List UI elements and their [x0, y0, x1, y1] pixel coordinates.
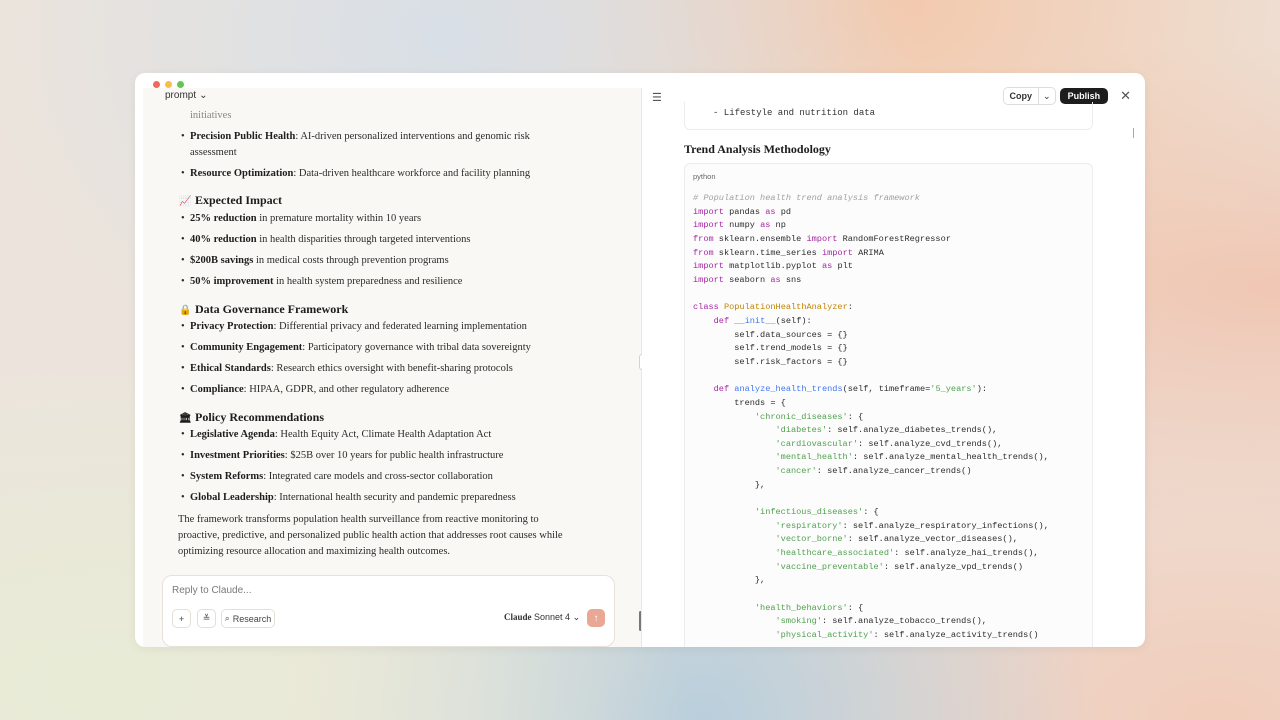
- summary-line: proactive, predictive, and personalized …: [178, 530, 563, 541]
- code-language-label: python: [693, 172, 716, 181]
- code-content: # Population health trend analysis frame…: [693, 193, 1049, 640]
- list-item: Community Engagement: Participatory gove…: [181, 342, 531, 353]
- lock-icon: 🔒: [179, 305, 192, 316]
- list-item: Resource Optimization: Data-driven healt…: [181, 168, 530, 179]
- list-item-continuation: assessment: [190, 147, 237, 158]
- research-button[interactable]: ⌕ Research: [221, 609, 275, 628]
- section-heading: 🔒 Data Governance Framework: [179, 302, 349, 316]
- reply-composer[interactable]: Reply to Claude... + ≚ ⌕ Research Claude …: [162, 575, 615, 647]
- plus-icon: +: [178, 613, 185, 624]
- summary-line: optimizing resource allocation and maxim…: [178, 546, 451, 557]
- add-button[interactable]: +: [172, 609, 191, 628]
- summary-line: The framework transforms population heal…: [178, 514, 539, 525]
- minimize-window-dot[interactable]: [165, 81, 172, 88]
- artifact-scrollbar[interactable]: [1133, 128, 1134, 138]
- section-heading: 📈 Expected Impact: [179, 193, 282, 207]
- tools-button[interactable]: ≚: [197, 609, 216, 628]
- list-item: Ethical Standards: Research ethics overs…: [181, 363, 513, 374]
- sliders-icon: ≚: [202, 613, 211, 623]
- section-heading: 🏛 Policy Recommendations: [179, 410, 324, 424]
- list-item: Compliance: HIPAA, GDPR, and other regul…: [181, 384, 449, 395]
- overflow-text: initiatives: [190, 110, 232, 121]
- building-icon: 🏛: [179, 413, 192, 424]
- reply-input[interactable]: Reply to Claude...: [172, 585, 252, 596]
- previous-code-block: - Lifestyle and nutrition data: [684, 102, 1093, 130]
- section-title: Trend Analysis Methodology: [684, 142, 831, 156]
- list-item: $200B savings in medical costs through p…: [181, 255, 449, 266]
- app-window: prompt ⌄ initiatives Precision Public He…: [135, 73, 1145, 647]
- list-icon[interactable]: ☰: [652, 91, 662, 104]
- close-icon[interactable]: ✕: [1120, 88, 1131, 104]
- list-item: 40% reduction in health disparities thro…: [181, 234, 470, 245]
- list-item: Legislative Agenda: Health Equity Act, C…: [181, 429, 491, 440]
- list-item: System Reforms: Integrated care models a…: [181, 471, 493, 482]
- list-item: Privacy Protection: Differential privacy…: [181, 321, 527, 332]
- artifact-pane: ☰ Copy ⌄ Publish ✕ - Lifestyle and nutri…: [642, 73, 1145, 647]
- chevron-down-icon: ⌄: [572, 612, 581, 622]
- list-item: 25% reduction in premature mortality wit…: [181, 213, 421, 224]
- chat-pane: prompt ⌄ initiatives Precision Public He…: [143, 88, 641, 647]
- chevron-down-icon: ⌄: [199, 90, 208, 101]
- list-item: Precision Public Health: AI-driven perso…: [181, 131, 530, 142]
- prompt-label: prompt: [165, 90, 197, 101]
- send-button[interactable]: ↑: [587, 609, 605, 627]
- search-icon: ⌕: [224, 613, 230, 623]
- list-item: Investment Priorities: $25B over 10 year…: [181, 450, 503, 461]
- close-window-dot[interactable]: [153, 81, 160, 88]
- model-selector[interactable]: Claude Sonnet 4 ⌄: [504, 612, 580, 623]
- arrow-up-icon: ↑: [593, 612, 599, 624]
- code-line: - Lifestyle and nutrition data: [713, 108, 876, 118]
- maximize-window-dot[interactable]: [177, 81, 184, 88]
- prompt-menu-button[interactable]: prompt ⌄: [165, 90, 212, 103]
- list-item: 50% improvement in health system prepare…: [181, 276, 462, 287]
- window-controls: [153, 81, 184, 88]
- list-item: Global Leadership: International health …: [181, 492, 516, 503]
- chart-trend-icon: 📈: [179, 196, 192, 207]
- code-block: python # Population health trend analysi…: [684, 163, 1093, 647]
